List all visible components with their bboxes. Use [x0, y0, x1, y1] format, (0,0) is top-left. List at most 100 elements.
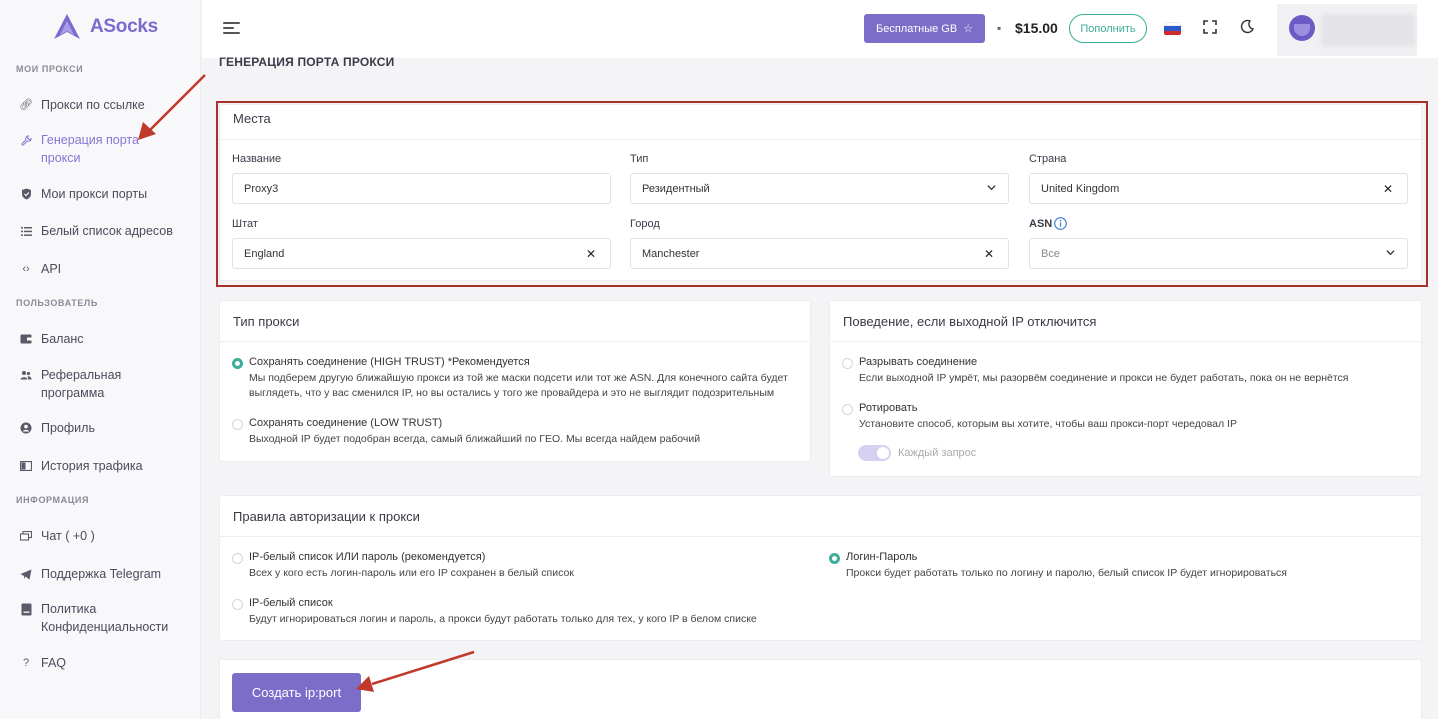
state-select[interactable]: England ✕ — [232, 238, 611, 269]
sidebar-item-traffic-history[interactable]: История трафика — [20, 457, 143, 475]
sidebar-item-referral[interactable]: Реферальная программа — [20, 366, 140, 402]
radio-ip-whitelist[interactable] — [232, 599, 243, 610]
ip-whitelist-desc: Будут игнорироваться логин и пароль, а п… — [249, 613, 757, 625]
menu-toggle-icon[interactable] — [223, 22, 240, 35]
sidebar-item-label: Прокси по ссылке — [41, 98, 145, 112]
section-info: Информация — [16, 495, 90, 505]
radio-high-trust[interactable] — [232, 358, 243, 369]
proxy-type-title: Тип прокси — [233, 314, 300, 329]
question-icon: ? — [22, 657, 30, 669]
document-icon — [20, 600, 32, 618]
sidebar-item-balance[interactable]: Баланс — [20, 330, 84, 348]
sidebar-item-label: Политика Конфиденциальности — [41, 602, 169, 634]
ip-or-password-desc: Всех у кого есть логин-пароль или его IP… — [249, 567, 574, 579]
behavior-title: Поведение, если выходной IP отключится — [843, 314, 1097, 329]
country-value: United Kingdom — [1041, 182, 1120, 195]
logo[interactable]: ASocks — [50, 12, 158, 42]
profile-icon — [20, 419, 32, 437]
wallet-icon: ▪ — [997, 21, 1002, 35]
sidebar-item-privacy[interactable]: Политика Конфиденциальности — [20, 600, 180, 636]
country-select[interactable]: United Kingdom ✕ — [1029, 173, 1408, 204]
divider — [830, 341, 1421, 342]
every-request-toggle[interactable] — [858, 445, 891, 461]
country-label: Страна — [1029, 153, 1067, 165]
top-header: Бесплатные GB ☆ ▪ $15.00 Пополнить — [202, 0, 1438, 58]
ip-whitelist-title: IP-белый список — [249, 597, 333, 609]
radio-rotate[interactable] — [842, 404, 853, 415]
sidebar-item-label: Профиль — [41, 421, 95, 435]
ip-or-password-title: IP-белый список ИЛИ пароль (рекомендуетс… — [249, 551, 486, 563]
logo-icon — [54, 14, 80, 39]
type-select[interactable]: Резидентный — [630, 173, 1009, 204]
topup-button[interactable]: Пополнить — [1069, 14, 1147, 43]
radio-low-trust[interactable] — [232, 419, 243, 430]
telegram-icon — [20, 565, 32, 583]
divider — [220, 341, 810, 342]
info-icon[interactable] — [1054, 217, 1067, 230]
high-trust-desc-2: выглядеть, что у вас сменился IP, но вы … — [249, 387, 775, 399]
state-label: Штат — [232, 218, 258, 230]
sidebar-item-proxy-link[interactable]: 🔗︎ Прокси по ссылке — [19, 96, 145, 114]
divider — [220, 536, 1421, 537]
sidebar-item-label: API — [41, 262, 62, 276]
sidebar-item-label: FAQ — [41, 656, 67, 670]
section-user: Пользователь — [16, 298, 98, 308]
city-select[interactable]: Manchester ✕ — [630, 238, 1009, 269]
sidebar-item-label: Генерация порта прокси — [41, 133, 139, 165]
users-icon — [20, 366, 32, 384]
low-trust-title: Сохранять соединение (LOW TRUST) — [249, 417, 443, 429]
avatar — [1289, 15, 1315, 41]
radio-ip-or-password[interactable] — [232, 553, 243, 564]
sidebar-item-label: Реферальная программа — [41, 368, 122, 400]
sidebar-item-faq[interactable]: ? FAQ — [20, 654, 66, 672]
state-value: England — [244, 247, 285, 260]
free-gb-button[interactable]: Бесплатные GB ☆ — [864, 14, 986, 43]
rotate-title: Ротировать — [859, 402, 918, 414]
fullscreen-icon[interactable] — [1203, 20, 1217, 34]
name-value: Proxy3 — [244, 182, 279, 195]
sidebar-item-label: Мои прокси порты — [41, 187, 148, 201]
asn-select[interactable]: Все — [1029, 238, 1408, 269]
sidebar-item-whitelist[interactable]: Белый список адресов — [20, 222, 173, 240]
type-label: Тип — [630, 153, 649, 165]
asn-value: Все — [1041, 247, 1060, 260]
disconnect-desc: Если выходной IP умрёт, мы разорвём соед… — [859, 372, 1349, 384]
low-trust-desc: Выходной IP будет подобран всегда, самый… — [249, 433, 701, 445]
chevron-down-icon — [1386, 250, 1395, 256]
sidebar-item-profile[interactable]: Профиль — [20, 419, 95, 437]
free-gb-label: Бесплатные GB — [876, 22, 958, 35]
page-title: ГЕНЕРАЦИЯ ПОРТА ПРОКСИ — [219, 55, 395, 69]
radio-login-password[interactable] — [829, 553, 840, 564]
sidebar-item-chat[interactable]: Чат ( +0 ) — [20, 527, 95, 545]
auth-title: Правила авторизации к прокси — [233, 509, 420, 524]
name-input[interactable]: Proxy3 — [232, 173, 611, 204]
radio-disconnect[interactable] — [842, 358, 853, 369]
balance-amount: $15.00 — [1015, 20, 1058, 36]
sidebar-item-api[interactable]: ‹› API — [20, 260, 61, 278]
sidebar-item-port-generation[interactable]: Генерация порта прокси — [20, 131, 140, 167]
disconnect-title: Разрывать соединение — [859, 356, 978, 368]
clear-icon[interactable]: ✕ — [586, 247, 596, 261]
every-request-label: Каждый запрос — [898, 447, 977, 459]
clear-icon[interactable]: ✕ — [984, 247, 994, 261]
logo-text: ASocks — [90, 16, 158, 37]
asn-label: ASN — [1029, 218, 1053, 230]
type-value: Резидентный — [642, 182, 710, 195]
sidebar-item-label: Баланс — [41, 332, 84, 346]
history-icon — [20, 457, 32, 475]
sidebar-item-my-proxy-ports[interactable]: Мои прокси порты — [20, 185, 147, 203]
rotate-desc: Установите способ, которым вы хотите, чт… — [859, 418, 1237, 430]
sidebar-item-label: История трафика — [41, 459, 143, 473]
user-menu[interactable] — [1277, 4, 1417, 56]
code-icon: ‹› — [22, 263, 30, 275]
dark-mode-icon[interactable] — [1239, 19, 1255, 35]
sidebar: ASocks Мои прокси 🔗︎ Прокси по ссылке Ге… — [0, 0, 201, 719]
russian-flag-icon[interactable] — [1164, 22, 1181, 35]
login-password-desc: Прокси будет работать только по логину и… — [846, 567, 1287, 579]
sidebar-item-label: Белый список адресов — [41, 224, 173, 238]
name-label: Название — [232, 153, 282, 165]
shield-icon — [20, 185, 32, 203]
clear-icon[interactable]: ✕ — [1383, 182, 1393, 196]
sidebar-item-telegram[interactable]: Поддержка Telegram — [20, 565, 161, 583]
create-ip-port-button[interactable]: Создать ip:port — [232, 673, 361, 712]
